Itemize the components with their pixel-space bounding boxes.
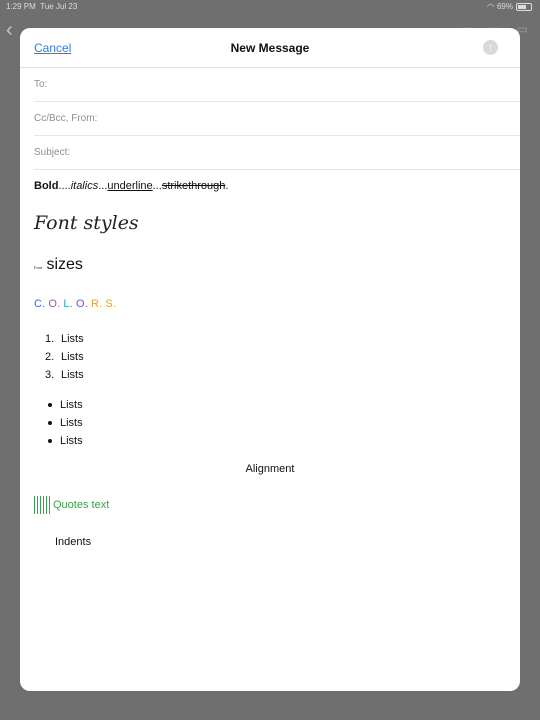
status-bar: 1:29 PM Tue Jul 23 ◠ 69%: [0, 0, 540, 14]
font-styles-text: Font styles: [34, 212, 139, 234]
alignment-text: Alignment: [245, 463, 295, 475]
subject-field[interactable]: Subject:: [34, 136, 520, 170]
quote-text: Quotes text: [53, 499, 110, 511]
separator: ...: [98, 180, 108, 192]
color-letter: O.: [48, 298, 61, 310]
compose-title: New Message: [230, 41, 310, 55]
list-item: 3. Lists: [45, 369, 84, 381]
battery-percent: 69%: [496, 2, 513, 11]
compose-nav-bar: Cancel New Message ↑: [20, 28, 520, 68]
italic-text: italics: [70, 180, 99, 192]
color-letter: O.: [76, 298, 89, 310]
color-letter: R.: [91, 298, 103, 310]
color-letter: C.: [34, 298, 46, 310]
strikethrough-text: strikethrough: [161, 180, 226, 192]
list-item: 1. Lists: [45, 333, 84, 345]
large-size-text: sizes: [46, 256, 83, 273]
text-styles-line: Bold....italics...underline...strikethro…: [34, 180, 228, 192]
separator: ....: [58, 180, 71, 192]
status-time: 1:29 PM Tue Jul 23: [6, 2, 78, 11]
colors-line: C. O. L. O. R. S.: [34, 298, 119, 310]
ordered-list: 1. Lists 2. Lists 3. Lists: [45, 330, 84, 384]
list-item: 2. Lists: [45, 351, 84, 363]
bullet-list: Lists Lists Lists: [48, 396, 83, 450]
sizes-line: Font sizes: [34, 256, 83, 274]
list-item: Lists: [48, 414, 83, 432]
send-button[interactable]: ↑: [483, 40, 498, 55]
subject-label: Subject:: [34, 147, 71, 158]
quote-level-bars: [34, 496, 50, 514]
quote-block: Quotes text: [34, 496, 109, 514]
underline-text: underline: [107, 180, 153, 192]
indent-text: Indents: [55, 536, 92, 548]
period: .: [225, 180, 229, 192]
cc-bcc-label: Cc/Bcc, From:: [34, 113, 98, 124]
wifi-icon: ◠: [487, 2, 494, 11]
to-label: To:: [34, 79, 48, 90]
list-item: Lists: [48, 396, 83, 414]
bold-text: Bold: [34, 180, 59, 192]
bullet-icon: [48, 421, 52, 426]
to-field[interactable]: To:: [34, 68, 520, 102]
compose-sheet: Cancel New Message ↑ To: Cc/Bcc, From: S…: [20, 28, 520, 691]
bullet-icon: [48, 403, 52, 408]
cc-bcc-from-field[interactable]: Cc/Bcc, From:: [34, 102, 520, 136]
bullet-icon: [48, 439, 52, 444]
battery-icon: [516, 3, 532, 11]
separator: ...: [152, 180, 162, 192]
background-back-icon: ‹: [6, 19, 13, 41]
color-letter: L.: [63, 298, 73, 310]
status-right: ◠ 69%: [487, 0, 532, 14]
small-size-text: Font: [34, 265, 43, 270]
list-item: Lists: [48, 432, 83, 450]
color-letter: S.: [105, 298, 117, 310]
